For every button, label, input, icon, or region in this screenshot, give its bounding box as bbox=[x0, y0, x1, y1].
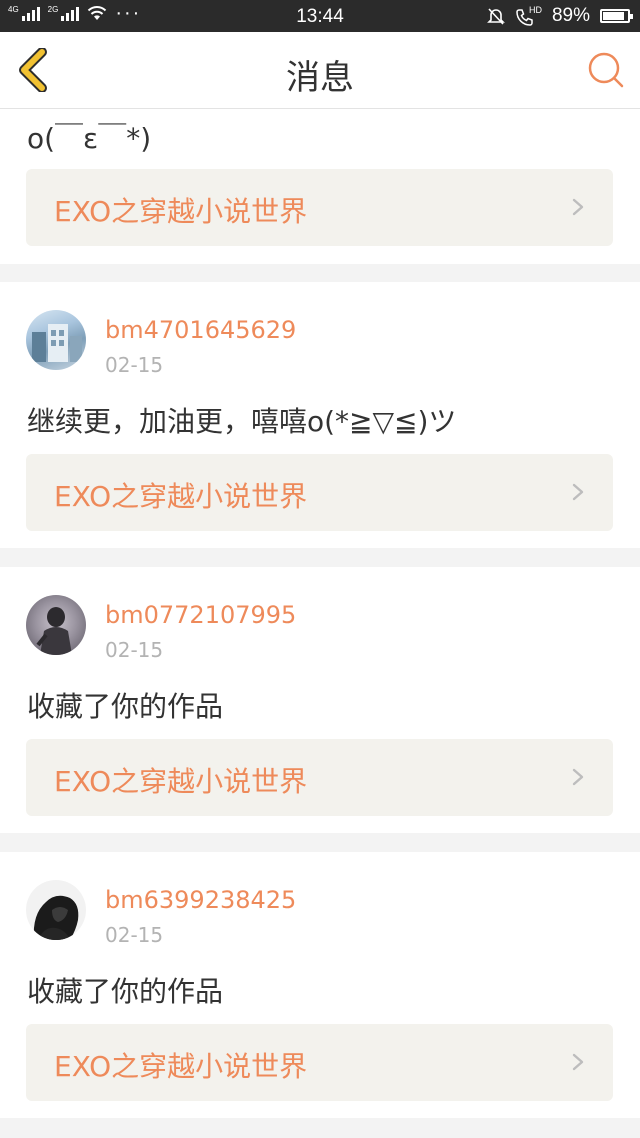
avatar[interactable] bbox=[26, 595, 86, 655]
message-card: bm0772107995 02-15 收藏了你的作品 EXO之穿越小说世界 bbox=[0, 567, 640, 833]
message-text: 收藏了你的作品 bbox=[27, 690, 224, 723]
work-link[interactable]: EXO之穿越小说世界 bbox=[26, 454, 613, 531]
hd-call-icon: HD bbox=[516, 5, 542, 26]
work-link[interactable]: EXO之穿越小说世界 bbox=[26, 739, 613, 816]
chevron-right-icon bbox=[572, 1053, 584, 1071]
message-list[interactable]: o(￣ε￣*) EXO之穿越小说世界 bm4701645629 02-15 继续… bbox=[0, 109, 640, 1138]
message-card: bm6399238425 02-15 收藏了你的作品 EXO之穿越小说世界 bbox=[0, 852, 640, 1118]
bell-muted-icon bbox=[487, 8, 505, 25]
message-date: 02-15 bbox=[105, 638, 164, 662]
chevron-right-icon bbox=[572, 483, 584, 501]
message-date: 02-15 bbox=[105, 923, 164, 947]
work-title: EXO之穿越小说世界 bbox=[54, 765, 308, 798]
avatar[interactable] bbox=[26, 880, 86, 940]
username[interactable]: bm6399238425 bbox=[105, 886, 296, 914]
work-title: EXO之穿越小说世界 bbox=[54, 195, 308, 228]
username[interactable]: bm0772107995 bbox=[105, 601, 296, 629]
work-title: EXO之穿越小说世界 bbox=[54, 1050, 308, 1083]
page-title: 消息 bbox=[286, 58, 354, 98]
message-text: 收藏了你的作品 bbox=[27, 975, 224, 1008]
message-card: bm4701645629 02-15 继续更，加油更，嘻嘻o(*≧▽≦)ツ EX… bbox=[0, 282, 640, 548]
work-link[interactable]: EXO之穿越小说世界 bbox=[26, 1024, 613, 1101]
username[interactable]: bm4701645629 bbox=[105, 316, 296, 344]
search-button[interactable] bbox=[586, 50, 626, 90]
message-text: 继续更，加油更，嘻嘻o(*≧▽≦)ツ bbox=[27, 405, 457, 438]
chevron-right-icon bbox=[572, 198, 584, 216]
search-icon bbox=[588, 52, 624, 88]
status-bar: 4G 2G ··· 13:44 HD 89% bbox=[0, 0, 640, 32]
chevron-right-icon bbox=[572, 768, 584, 786]
avatar[interactable] bbox=[26, 310, 86, 370]
app-header: 消息 bbox=[0, 32, 640, 109]
work-link[interactable]: EXO之穿越小说世界 bbox=[26, 169, 613, 246]
battery-percent: 89% bbox=[551, 5, 590, 26]
message-text: o(￣ε￣*) bbox=[27, 122, 152, 155]
message-card: o(￣ε￣*) EXO之穿越小说世界 bbox=[0, 109, 640, 264]
work-title: EXO之穿越小说世界 bbox=[54, 480, 308, 513]
hd-label: HD bbox=[528, 5, 542, 15]
status-right: HD 89% bbox=[486, 5, 633, 27]
battery-icon bbox=[600, 9, 633, 23]
message-date: 02-15 bbox=[105, 353, 164, 377]
